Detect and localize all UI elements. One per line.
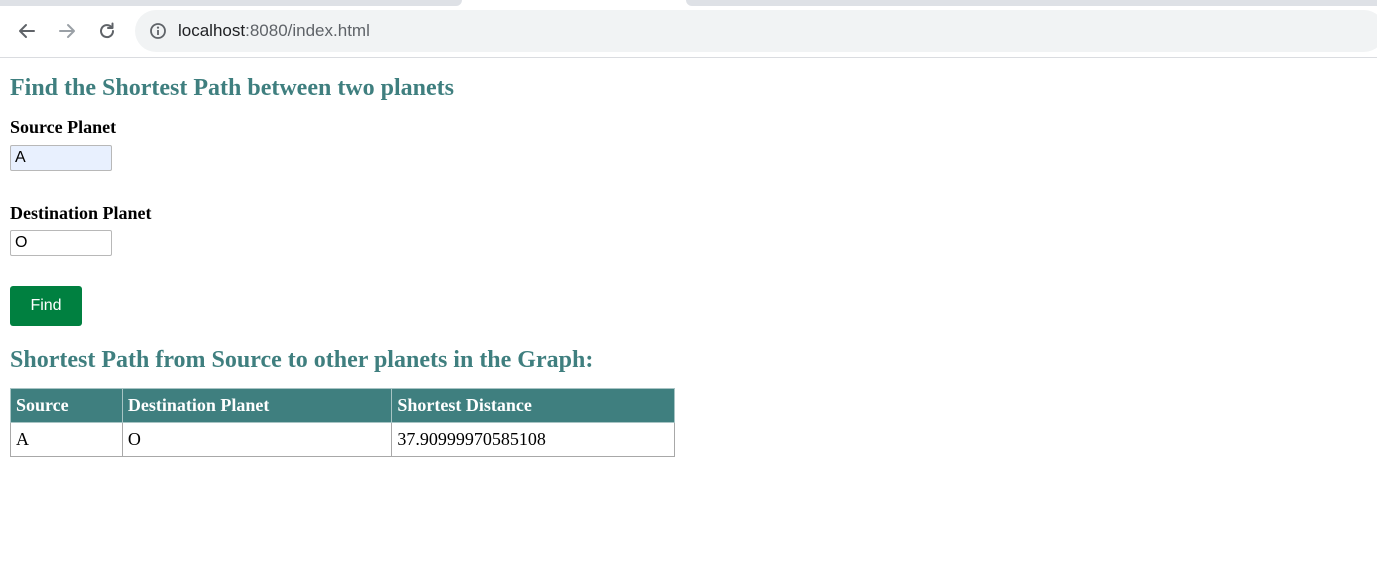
cell-distance: 37.90999970585108: [391, 422, 675, 457]
find-button[interactable]: Find: [10, 286, 82, 326]
address-bar[interactable]: localhost:8080/index.html: [135, 10, 1377, 52]
reload-icon: [100, 22, 115, 39]
cell-destination: O: [121, 422, 393, 457]
reload-button[interactable]: [94, 18, 120, 44]
destination-planet-label: Destination Planet: [10, 203, 152, 223]
results-heading: Shortest Path from Source to other plane…: [10, 347, 594, 373]
forward-button[interactable]: [54, 18, 80, 44]
page-title: Find the Shortest Path between two plane…: [10, 75, 454, 101]
info-icon[interactable]: [149, 22, 167, 40]
source-planet-label: Source Planet: [10, 117, 117, 137]
tab-strip-left: [0, 0, 462, 6]
tab-strip-right: [686, 0, 1377, 6]
source-planet-input[interactable]: [10, 145, 112, 171]
back-button[interactable]: [14, 18, 40, 44]
results-table: Source Destination Planet Shortest Dista…: [10, 388, 675, 457]
table-row: A O 37.90999970585108: [10, 422, 675, 457]
url-path: :8080/index.html: [245, 21, 370, 40]
cell-source: A: [10, 422, 123, 457]
table-header-row: Source Destination Planet Shortest Dista…: [10, 388, 675, 423]
header-shortest-distance: Shortest Distance: [391, 388, 675, 423]
arrow-left-icon: [19, 24, 35, 38]
arrow-right-icon: [59, 24, 75, 38]
browser-toolbar: localhost:8080/index.html: [0, 0, 1377, 58]
url-host: localhost: [178, 21, 246, 40]
url-text[interactable]: localhost:8080/index.html: [178, 21, 370, 41]
destination-planet-input[interactable]: [10, 230, 112, 256]
header-source: Source: [10, 388, 123, 423]
header-destination-planet: Destination Planet: [121, 388, 393, 423]
